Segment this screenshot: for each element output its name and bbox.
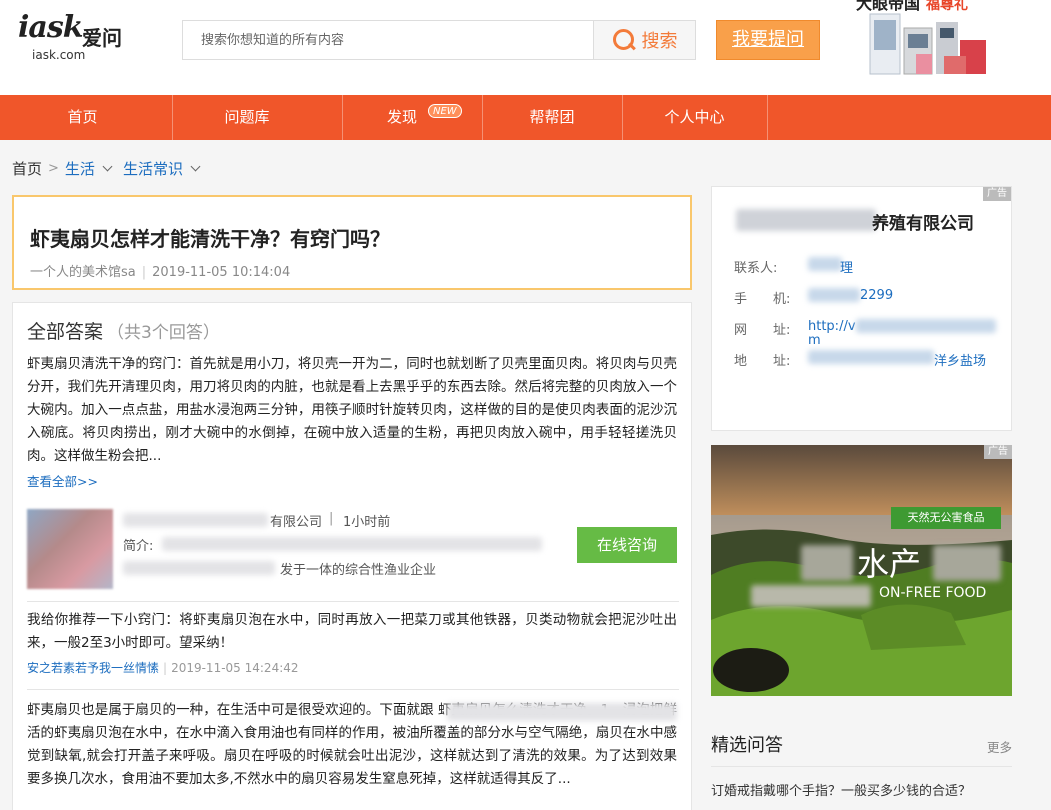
company-intro-label: 简介:: [123, 539, 154, 554]
main-nav: 首页 问题库 发现 NEW 帮帮团 个人中心: [0, 95, 1051, 140]
search-input[interactable]: [183, 21, 593, 59]
nav-item-help-team[interactable]: 帮帮团: [482, 95, 622, 140]
nav-separator: [767, 95, 768, 140]
blurred-text: [801, 545, 853, 581]
company-time: 1小时前: [343, 515, 391, 530]
site-header: iask 爱问 iask.com 搜索 我要提问 大眼帝国福尊礼: [0, 0, 1051, 95]
featured-qa-header: 精选问答 更多: [711, 731, 1012, 761]
banner-tag: 天然无公害食品: [891, 507, 1001, 529]
question-card: 虾夷扇贝怎样才能清洗干净？有窍门吗？ 一个人的美术馆sa | 2019-11-05 …: [12, 195, 692, 290]
answer-text-1: 虾夷扇贝清洗干净的窍门：首先就是用小刀，将贝壳一开为二，同时也就划断了贝壳里面贝…: [27, 356, 677, 464]
blurred-text: [751, 585, 871, 607]
featured-more-link[interactable]: 更多: [987, 737, 1012, 756]
company-promo: 有限公司 | 1小时前 简介: 发于一体的综合性渔业企业 在线咨询: [27, 509, 679, 591]
address-label: 地 址:: [734, 354, 791, 369]
ad-badge: 广告: [984, 445, 1012, 459]
answer-meta-2: 安之若素若予我一丝情愫 | 2019-11-05 14:24:42: [27, 661, 299, 675]
phone-value: 2299: [860, 288, 894, 303]
answer-divider: [27, 689, 679, 690]
question-time: 2019-11-05 10:14:04: [152, 265, 291, 280]
logo-domain: iask.com: [32, 48, 86, 62]
blurred-text: [123, 561, 275, 575]
nav-item-discover-label: 发现: [386, 108, 417, 126]
nav-item-home[interactable]: 首页: [0, 95, 165, 140]
contact-label: 联系人:: [734, 261, 778, 276]
blurred-text: [808, 288, 860, 302]
nav-item-discover[interactable]: 发现 NEW: [342, 95, 482, 140]
featured-divider: [711, 766, 1012, 767]
breadcrumb-life-tips[interactable]: 生活常识: [123, 158, 183, 179]
search-button[interactable]: 搜索: [593, 21, 695, 59]
meta-separator: |: [329, 511, 334, 526]
blurred-text: [856, 319, 996, 333]
company-intro-text: 发于一体的综合性渔业企业: [280, 563, 437, 578]
blurred-text: [162, 537, 542, 551]
company-name[interactable]: 有限公司: [270, 511, 322, 530]
answers-heading: 全部答案 （共3个回答）: [27, 321, 220, 343]
ask-question-button[interactable]: 我要提问: [716, 20, 820, 60]
view-all-link[interactable]: 查看全部>>: [27, 471, 98, 490]
company-card: 广告 养殖有限公司 联系人: 理 手 机: 2299 网 址: http://v…: [711, 186, 1012, 431]
breadcrumb-home[interactable]: 首页: [12, 158, 42, 179]
blurred-text: [808, 257, 842, 271]
banner-big-text: 水产: [857, 545, 922, 583]
blurred-text: [123, 513, 268, 527]
banner-english-text: ON-FREE FOOD: [879, 585, 987, 601]
address-value: 洋乡盐场: [934, 354, 987, 369]
answer-user[interactable]: 安之若素若予我一丝情愫: [27, 661, 159, 675]
ad-badge: 广告: [983, 187, 1011, 201]
nav-item-profile[interactable]: 个人中心: [622, 95, 767, 140]
blurred-text: [447, 703, 677, 721]
answer-divider: [27, 601, 679, 602]
chevron-down-icon[interactable]: [190, 161, 201, 172]
blurred-text: [933, 545, 1001, 581]
question-meta: 一个人的美术馆sa | 2019-11-05 10:14:04: [30, 265, 291, 280]
answers-panel: 全部答案 （共3个回答） 虾夷扇贝清洗干净的窍门：首先就是用小刀，将贝壳一开为二，…: [12, 302, 692, 810]
chevron-down-icon[interactable]: [102, 161, 113, 172]
website-label: 网 址:: [734, 323, 791, 338]
logo-wordmark: iask: [18, 10, 84, 45]
breadcrumb-life[interactable]: 生活: [65, 158, 95, 179]
seafood-banner-ad[interactable]: 广告 天然无公害食品 水产 ON-FREE FOOD: [711, 445, 1012, 696]
site-logo[interactable]: iask 爱问 iask.com: [18, 10, 138, 65]
blurred-text: [808, 350, 934, 364]
answer-text-2: 我给你推荐一下小窍门：将虾夷扇贝泡在水中，同时再放入一把菜刀或其他铁器，贝类动物…: [27, 612, 677, 651]
new-badge: NEW: [428, 104, 462, 118]
search-button-label: 搜索: [641, 31, 678, 52]
website-value-cont[interactable]: m: [808, 333, 821, 348]
breadcrumb-separator: >: [48, 161, 59, 176]
question-title: 虾夷扇贝怎样才能清洗干净？有窍门吗？: [30, 227, 390, 251]
answer-time: 2019-11-05 14:24:42: [171, 661, 299, 675]
featured-qa-title: 精选问答: [711, 735, 783, 756]
logo-cn: 爱问: [82, 26, 122, 50]
search-box: 搜索: [182, 20, 696, 60]
header-ad-title: 大眼帝国 福尊礼: [856, 0, 969, 13]
search-icon: [612, 28, 636, 52]
company-card-title: 养殖有限公司: [872, 214, 974, 234]
contact-value: 理: [840, 261, 854, 276]
blurred-text: [736, 209, 876, 231]
phone-label: 手 机:: [734, 292, 791, 307]
breadcrumb: 首页 > 生活 生活常识: [12, 158, 205, 179]
header-ad[interactable]: 大眼帝国 福尊礼: [856, 0, 991, 80]
featured-qa-item[interactable]: 订婚戒指戴哪个手指？一般买多少钱的合适？: [711, 780, 1012, 799]
website-value[interactable]: http://v: [808, 319, 856, 334]
online-consult-button[interactable]: 在线咨询: [577, 527, 677, 563]
nav-item-question-bank[interactable]: 问题库: [172, 95, 322, 140]
question-author[interactable]: 一个人的美术馆sa: [30, 265, 136, 280]
company-avatar[interactable]: [27, 509, 113, 589]
